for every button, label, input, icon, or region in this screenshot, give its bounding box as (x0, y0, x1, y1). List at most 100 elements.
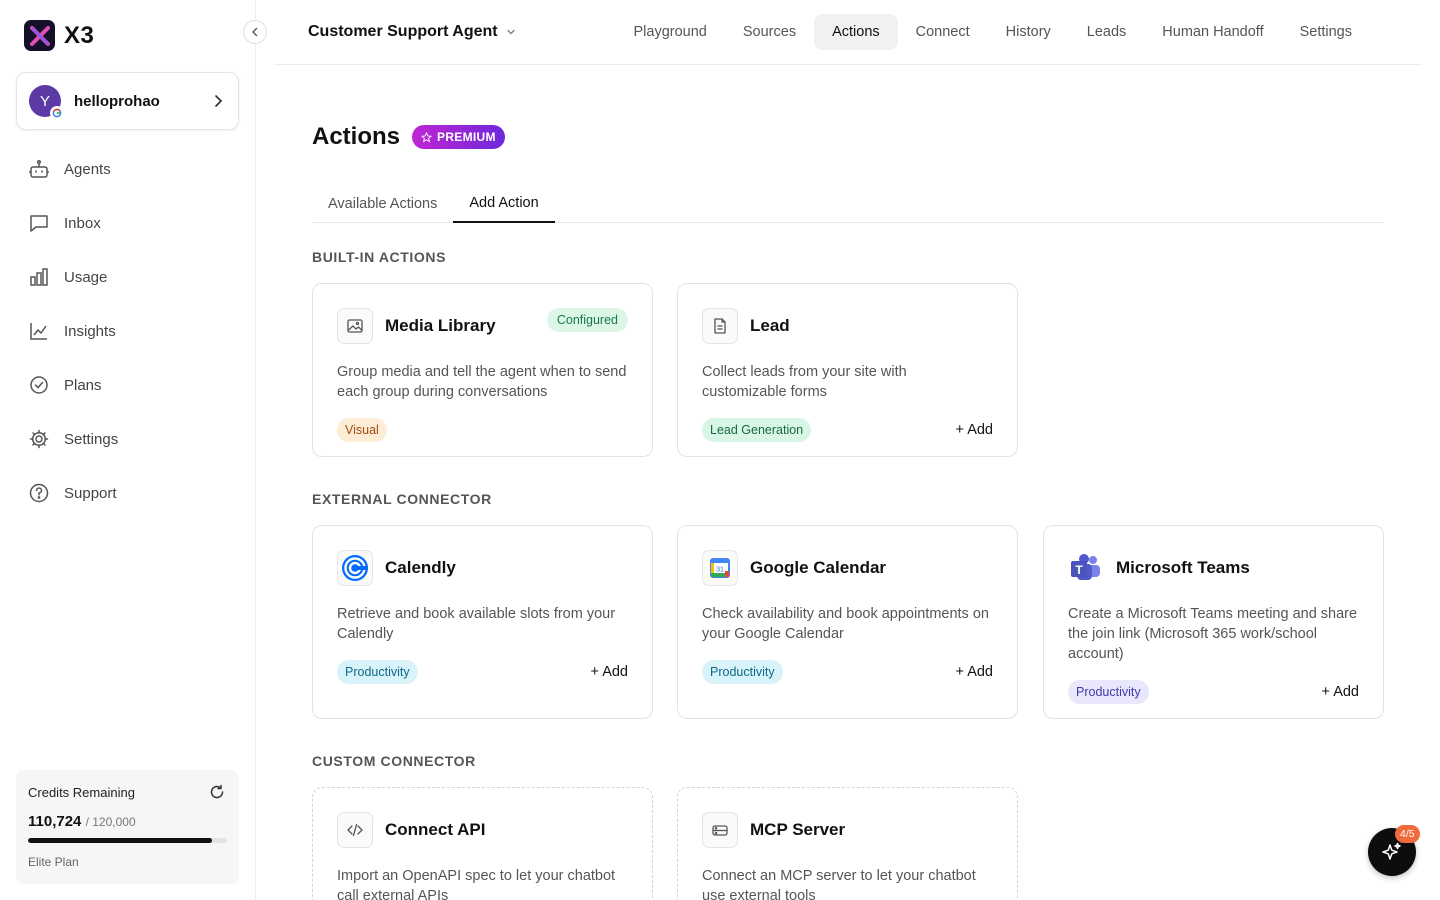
star-icon (421, 131, 433, 142)
line-chart-icon (30, 323, 47, 340)
bar-chart-icon (30, 268, 48, 286)
app-logo[interactable]: X3 (24, 20, 94, 51)
tab-actions[interactable]: Actions (814, 14, 898, 50)
section-external-connector: EXTERNAL CONNECTOR (312, 491, 492, 507)
chevron-down-icon (506, 29, 515, 35)
credits-panel: Credits Remaining 110,724 / 120,000 Elit… (16, 770, 239, 884)
category-tag: Productivity (702, 660, 783, 684)
sidebar-item-insights[interactable]: Insights (16, 304, 240, 358)
google-icon (50, 106, 64, 120)
tab-add-action[interactable]: Add Action (453, 185, 555, 223)
tab-human-handoff[interactable]: Human Handoff (1144, 14, 1281, 50)
robot-icon (29, 159, 49, 178)
account-switcher[interactable]: Y helloprohao (16, 72, 239, 130)
credits-progress-bar (28, 838, 227, 843)
calendly-icon (337, 550, 373, 586)
category-tag: Productivity (337, 660, 418, 684)
chevron-left-icon (252, 27, 258, 37)
microsoft-teams-icon: T (1068, 550, 1104, 586)
refresh-credits-button[interactable] (209, 784, 225, 805)
agent-name: Customer Support Agent (308, 23, 498, 40)
add-microsoft-teams-button[interactable]: + Add (1322, 684, 1360, 700)
agent-selector[interactable]: Customer Support Agent (308, 23, 516, 41)
card-title: Lead (750, 316, 790, 335)
premium-badge: PREMIUM (412, 125, 505, 149)
sidebar-item-label: Usage (64, 268, 108, 286)
tab-sources[interactable]: Sources (725, 14, 814, 50)
agent-tabs: Playground Sources Actions Connect Histo… (616, 14, 1370, 50)
configured-badge: Configured (546, 308, 628, 332)
assistant-count-badge: 4/5 (1395, 825, 1420, 843)
app-name: X3 (64, 21, 95, 49)
card-description: Import an OpenAPI spec to let your chatb… (337, 868, 616, 900)
tab-leads[interactable]: Leads (1069, 14, 1145, 50)
image-icon (337, 308, 373, 344)
card-description: Collect leads from your site with custom… (702, 364, 907, 400)
connect-api-card[interactable]: Connect API Import an OpenAPI spec to le… (312, 787, 653, 900)
card-description: Create a Microsoft Teams meeting and sha… (1068, 606, 1358, 662)
sidebar-item-label: Settings (64, 430, 119, 448)
credits-title: Credits Remaining (28, 785, 135, 800)
tab-connect[interactable]: Connect (898, 14, 988, 50)
refresh-icon (210, 784, 224, 799)
category-tag: Productivity (1068, 680, 1149, 704)
section-custom-connector: CUSTOM CONNECTOR (312, 753, 476, 769)
section-builtin-actions: BUILT-IN ACTIONS (312, 249, 447, 265)
add-lead-button[interactable]: + Add (956, 422, 994, 438)
action-subtabs: Available Actions Add Action (312, 185, 1384, 223)
google-calendar-card: 31 Google Calendar Check availability an… (677, 525, 1018, 719)
card-description: Check availability and book appointments… (702, 606, 989, 642)
sidebar-item-usage[interactable]: Usage (16, 250, 240, 304)
collapse-sidebar-button[interactable] (243, 20, 267, 44)
avatar: Y (29, 85, 64, 120)
microsoft-teams-letter: T (1075, 563, 1083, 577)
category-tag: Visual (337, 418, 387, 442)
server-icon (702, 812, 738, 848)
category-tag: Lead Generation (702, 418, 812, 442)
tab-settings[interactable]: Settings (1282, 14, 1370, 50)
sidebar-item-agents[interactable]: Agents (16, 142, 240, 196)
page-header: Actions PREMIUM (312, 123, 505, 151)
sidebar-item-settings[interactable]: Settings (16, 412, 240, 466)
card-description: Group media and tell the agent when to s… (337, 364, 627, 400)
media-library-card[interactable]: Media Library Configured Group media and… (312, 283, 653, 457)
add-calendly-button[interactable]: + Add (591, 664, 629, 680)
premium-label: PREMIUM (437, 130, 496, 144)
sidebar-item-plans[interactable]: Plans (16, 358, 240, 412)
card-title: Calendly (385, 558, 456, 577)
sidebar-item-label: Agents (64, 160, 111, 178)
card-title: Google Calendar (750, 558, 887, 577)
top-bar: Customer Support Agent Playground Source… (274, 0, 1422, 65)
check-circle-icon (30, 376, 48, 394)
lead-card: Lead Collect leads from your site with c… (677, 283, 1018, 457)
code-icon (337, 812, 373, 848)
plan-name: Elite Plan (28, 855, 79, 869)
avatar-letter: Y (39, 92, 50, 110)
sidebar-item-label: Support (64, 484, 117, 502)
sparkles-icon (1382, 842, 1401, 860)
card-title: MCP Server (750, 820, 846, 839)
message-icon (30, 215, 48, 232)
account-name: helloprohao (74, 92, 160, 110)
x3-logo-icon (24, 20, 55, 51)
card-description: Retrieve and book available slots from y… (337, 606, 616, 642)
sidebar-item-support[interactable]: Support (16, 466, 240, 520)
add-google-calendar-button[interactable]: + Add (956, 664, 994, 680)
credits-progress-fill (28, 838, 212, 843)
document-icon (702, 308, 738, 344)
tab-available-actions[interactable]: Available Actions (312, 185, 453, 223)
calendly-card: Calendly Retrieve and book available slo… (312, 525, 653, 719)
credits-remaining: 110,724 (28, 813, 82, 830)
mcp-server-card[interactable]: MCP Server Connect an MCP server to let … (677, 787, 1018, 900)
sidebar-nav: Agents Inbox Usage Insights Plans Settin… (16, 142, 240, 520)
credits-total: / 120,000 (85, 815, 136, 829)
tab-history[interactable]: History (988, 14, 1069, 50)
help-circle-icon (29, 483, 49, 503)
google-calendar-icon: 31 (702, 550, 738, 586)
sidebar-item-inbox[interactable]: Inbox (16, 196, 240, 250)
chevron-right-icon (215, 95, 223, 107)
tab-playground[interactable]: Playground (616, 14, 725, 50)
sidebar: X3 Y helloprohao Agents Inbox Usage Insi (0, 0, 267, 900)
card-description: Connect an MCP server to let your chatbo… (702, 868, 976, 900)
gear-icon (29, 429, 49, 449)
